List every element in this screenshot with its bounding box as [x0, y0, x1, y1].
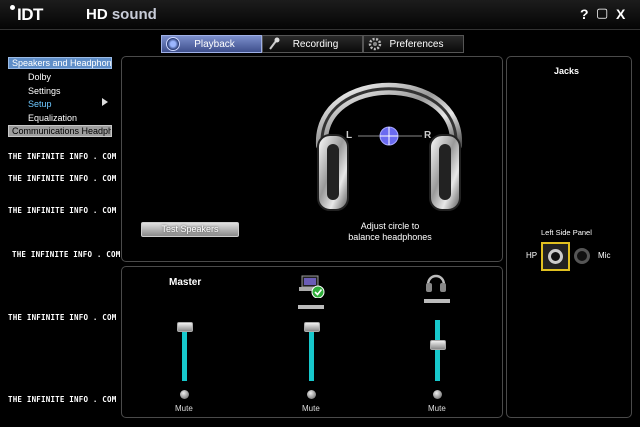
tab-preferences-label: Preferences	[389, 38, 444, 50]
balance-right-label: R	[424, 130, 432, 141]
hp-jack-icon[interactable]	[541, 242, 570, 271]
sidebar-item-equalization[interactable]: Equalization	[28, 113, 77, 123]
left-earcup-pad	[327, 144, 339, 200]
mic-jack-label: Mic	[598, 251, 611, 260]
sidebar-item-speakers-headphones[interactable]: Speakers and Headphones	[8, 57, 112, 69]
balance-caption-line1: Adjust circle to	[360, 221, 420, 231]
watermark-text: THE INFINITE INFO . COM	[8, 313, 117, 322]
headphones-mute-toggle[interactable]	[433, 390, 442, 399]
sidebar-item-settings[interactable]: Settings	[28, 86, 61, 96]
watermark-text: THE INFINITE INFO . COM	[12, 250, 121, 259]
master-label: Master	[169, 277, 202, 288]
jacks-title: Jacks	[554, 66, 580, 76]
tab-playback-label: Playback	[194, 38, 235, 50]
hp-jack-ring	[548, 249, 563, 264]
tab-playback[interactable]: Playback	[161, 35, 262, 53]
jacks-panel	[506, 56, 632, 418]
sidebar-item-setup[interactable]: Setup	[28, 99, 52, 109]
test-speakers-button[interactable]: Test Speakers	[141, 222, 239, 237]
headphones-device-icon	[426, 274, 446, 292]
sidebar-item-dolby[interactable]: Dolby	[28, 72, 51, 82]
headphones-mute-label: Mute	[428, 404, 446, 413]
hp-jack-label: HP	[526, 251, 538, 260]
speakers-mute-label: Mute	[302, 404, 320, 413]
right-earcup-pad	[439, 144, 451, 200]
watermark-text: THE INFINITE INFO . COM	[8, 174, 117, 183]
help-button[interactable]: ?	[580, 6, 589, 22]
speakers-mute-toggle[interactable]	[307, 390, 316, 399]
speakers-volume-thumb[interactable]	[304, 322, 320, 332]
title-bar: IDT HD sound ? ▢ X	[0, 0, 640, 30]
logo-dot-icon	[10, 5, 15, 10]
headphones-volume-track[interactable]	[435, 320, 440, 381]
headphones-illustration	[315, 82, 463, 211]
watermark-text: THE INFINITE INFO . COM	[8, 395, 117, 404]
mic-jack-icon[interactable]	[574, 248, 590, 264]
tab-preferences[interactable]: Preferences	[363, 35, 464, 53]
product-sound: sound	[111, 6, 157, 23]
logo-brand: IDT	[17, 5, 43, 24]
current-item-arrow-icon	[102, 98, 109, 106]
speakers-volume-track[interactable]	[309, 327, 314, 381]
headphones-level-bar	[424, 299, 450, 303]
tab-recording-label: Recording	[292, 38, 339, 50]
microphone-icon	[267, 37, 281, 51]
speaker-icon	[166, 37, 180, 51]
watermark-text: THE INFINITE INFO . COM	[8, 152, 117, 161]
master-mute-toggle[interactable]	[180, 390, 189, 399]
minimize-button[interactable]: ▢	[596, 5, 608, 21]
master-mute-label: Mute	[175, 404, 193, 413]
product-name: HD sound	[86, 6, 157, 23]
speakers-device-icon	[299, 275, 325, 298]
close-button[interactable]: X	[616, 6, 625, 22]
master-volume-track[interactable]	[182, 327, 187, 381]
balance-caption-line2: balance headphones	[348, 232, 432, 242]
speakers-level-bar	[298, 305, 324, 309]
tab-recording[interactable]: Recording	[262, 35, 363, 53]
gear-icon	[368, 37, 382, 51]
idt-logo: IDT	[10, 5, 43, 25]
product-hd: HD	[86, 6, 108, 23]
left-side-panel-label: Left Side Panel	[541, 228, 592, 237]
master-volume-thumb[interactable]	[177, 322, 193, 332]
balance-left-label: L	[346, 130, 353, 141]
headphones-volume-thumb[interactable]	[430, 340, 446, 350]
sidebar-item-communications-headphones[interactable]: Communications Headphones	[8, 125, 112, 137]
watermark-text: THE INFINITE INFO . COM	[8, 206, 117, 215]
